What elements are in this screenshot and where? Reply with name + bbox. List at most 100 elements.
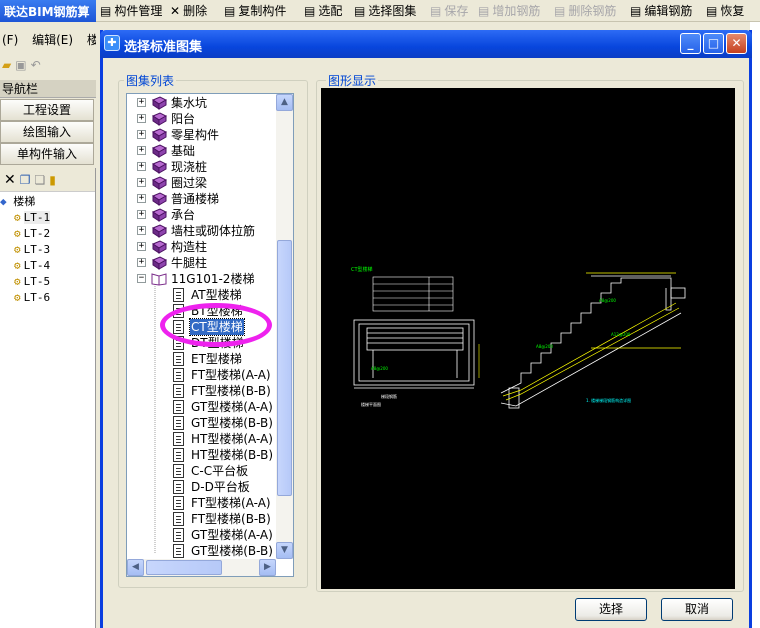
component-gear-icon: ⚙ [14, 259, 21, 272]
hscroll-thumb[interactable] [146, 560, 222, 575]
component-item[interactable]: ⚙ LT-1 [14, 210, 51, 226]
select-config-icon: ▤ [304, 3, 316, 18]
expand-toggle[interactable]: + [137, 226, 146, 235]
component-gear-icon: ⚙ [14, 227, 21, 240]
component-item[interactable]: ⚙ LT-6 [14, 290, 50, 306]
atlas-tree-label: AT型楼梯 [191, 288, 242, 302]
atlas-tree-label: FT型楼梯(B-B) [191, 512, 271, 526]
book-icon [151, 240, 168, 254]
expand-toggle[interactable]: + [137, 98, 146, 107]
atlas-tree-item[interactable]: − 11G101-2楼梯 [127, 271, 277, 287]
save-icon[interactable]: ▣ [15, 58, 26, 72]
scroll-down-button[interactable]: ▼ [276, 542, 293, 559]
atlas-tree-item[interactable]: GT型楼梯(A-A) [127, 399, 277, 415]
atlas-tree-label: FT型楼梯(A-A) [191, 496, 271, 510]
toolbar-delete-x-button[interactable]: ✕ 删除 [166, 2, 220, 19]
atlas-tree-item[interactable]: + 基础 [127, 143, 277, 159]
atlas-tree-item[interactable]: ET型楼梯 [127, 351, 277, 367]
atlas-tree-item[interactable]: D-D平台板 [127, 479, 277, 495]
atlas-tree-item[interactable]: + 牛腿柱 [127, 255, 277, 271]
toolbar-select-atlas-button[interactable]: ▤ 选择图集 [350, 2, 426, 19]
component-gear-icon: ⚙ [14, 275, 21, 288]
atlas-tree-item[interactable]: + 现浇桩 [127, 159, 277, 175]
svg-text:A12@200: A12@200 [611, 332, 631, 337]
component-item[interactable]: ⚙ LT-2 [14, 226, 50, 242]
highlight-circle-annotation [160, 303, 272, 347]
atlas-tree-item[interactable]: FT型楼梯(B-B) [127, 383, 277, 399]
expand-toggle[interactable]: + [137, 130, 146, 139]
toolbar-select-config-button[interactable]: ▤ 选配 [300, 2, 350, 19]
tree-horizontal-scrollbar[interactable]: ◀ ▶ [127, 559, 276, 576]
expand-toggle[interactable]: + [137, 146, 146, 155]
svg-text:A8@200: A8@200 [599, 298, 616, 303]
atlas-tree-item[interactable]: GT型楼梯(B-B) [127, 543, 277, 559]
toolbar-copy-component-button[interactable]: ▤ 复制构件 [220, 2, 300, 19]
tree-vertical-scrollbar[interactable]: ▲ ▼ [276, 94, 293, 559]
atlas-tree-item[interactable]: FT型楼梯(B-B) [127, 511, 277, 527]
nav-project-settings[interactable]: 工程设置 [0, 99, 94, 121]
expand-toggle[interactable]: + [137, 242, 146, 251]
atlas-tree-item[interactable]: FT型楼梯(A-A) [127, 367, 277, 383]
scroll-thumb[interactable] [277, 240, 292, 496]
atlas-tree-item[interactable]: + 承台 [127, 207, 277, 223]
menu-file[interactable]: (F) [2, 33, 18, 47]
copy-icon[interactable]: ❐ [20, 173, 31, 187]
toolbar-save-button[interactable]: ▤ 保存 [426, 2, 474, 19]
scroll-left-button[interactable]: ◀ [127, 559, 144, 576]
close-button[interactable]: ✕ [726, 33, 747, 54]
component-item[interactable]: ⚙ LT-3 [14, 242, 50, 258]
component-item[interactable]: ⚙ LT-4 [14, 258, 50, 274]
scroll-up-button[interactable]: ▲ [276, 94, 293, 111]
undo-icon[interactable]: ↶ [31, 58, 41, 72]
atlas-tree-label: 阳台 [171, 112, 196, 126]
toolbar-add-rebar-button[interactable]: ▤ 增加钢筋 [474, 2, 550, 19]
toolbar-edit-rebar-button[interactable]: ▤ 编辑钢筋 [626, 2, 702, 19]
expand-toggle[interactable]: + [137, 258, 146, 267]
atlas-tree-item[interactable]: + 普通楼梯 [127, 191, 277, 207]
nav-single-component-input[interactable]: 单构件输入 [0, 143, 94, 165]
scroll-right-button[interactable]: ▶ [259, 559, 276, 576]
document-icon [173, 464, 184, 478]
expand-toggle[interactable]: + [137, 194, 146, 203]
toolbar-component-manage-button[interactable]: ▤ 构件管理 [96, 2, 166, 19]
atlas-tree-item[interactable]: C-C平台板 [127, 463, 277, 479]
component-tree-root[interactable]: ◆ 楼梯 [0, 194, 35, 210]
expand-toggle[interactable]: + [137, 210, 146, 219]
expand-toggle[interactable]: + [137, 114, 146, 123]
atlas-tree-item[interactable]: GT型楼梯(A-A) [127, 527, 277, 543]
expand-toggle[interactable]: + [137, 178, 146, 187]
atlas-tree-item[interactable]: FT型楼梯(A-A) [127, 495, 277, 511]
open-icon[interactable]: ▰ [2, 58, 11, 72]
atlas-tree-item[interactable]: + 阳台 [127, 111, 277, 127]
expand-toggle[interactable]: + [137, 162, 146, 171]
collapse-toggle[interactable]: − [137, 274, 146, 283]
atlas-tree-item[interactable]: HT型楼梯(B-B) [127, 447, 277, 463]
folder-icon[interactable]: ▮ [49, 173, 56, 187]
component-item[interactable]: ⚙ LT-5 [14, 274, 50, 290]
atlas-tree-item[interactable]: HT型楼梯(A-A) [127, 431, 277, 447]
nav-drawing-input[interactable]: 绘图输入 [0, 121, 94, 143]
atlas-tree-item[interactable]: AT型楼梯 [127, 287, 277, 303]
menu-edit[interactable]: 编辑(E) [32, 33, 73, 47]
atlas-tree-item[interactable]: + 构造柱 [127, 239, 277, 255]
atlas-tree-label: GT型楼梯(A-A) [191, 400, 273, 414]
maximize-button[interactable]: □ [703, 33, 724, 54]
toolbar-label: 选配 [318, 4, 343, 18]
cancel-button[interactable]: 取消 [661, 598, 733, 621]
minimize-button[interactable]: _ [680, 33, 701, 54]
delete-x-icon[interactable]: ✕ [4, 172, 16, 188]
atlas-tree-item[interactable]: + 零星构件 [127, 127, 277, 143]
menu-floor[interactable]: 楼 [87, 33, 96, 47]
atlas-tree-item[interactable]: + 圈过梁 [127, 175, 277, 191]
atlas-tree-item[interactable]: + 墙柱或砌体拉筋 [127, 223, 277, 239]
svg-text:A8@200: A8@200 [371, 366, 388, 371]
paste-icon[interactable]: ❏ [35, 173, 46, 187]
component-manage-icon: ▤ [100, 3, 112, 18]
atlas-tree-item[interactable]: GT型楼梯(B-B) [127, 415, 277, 431]
atlas-tree-item[interactable]: + 集水坑 [127, 95, 277, 111]
stair-icon: ◆ [0, 195, 7, 208]
select-atlas-icon: ▤ [354, 3, 366, 18]
toolbar-delete-rebar-button[interactable]: ▤ 删除钢筋 [550, 2, 626, 19]
toolbar-restore-button[interactable]: ▤ 恢复 [702, 2, 744, 19]
select-button[interactable]: 选择 [575, 598, 647, 621]
